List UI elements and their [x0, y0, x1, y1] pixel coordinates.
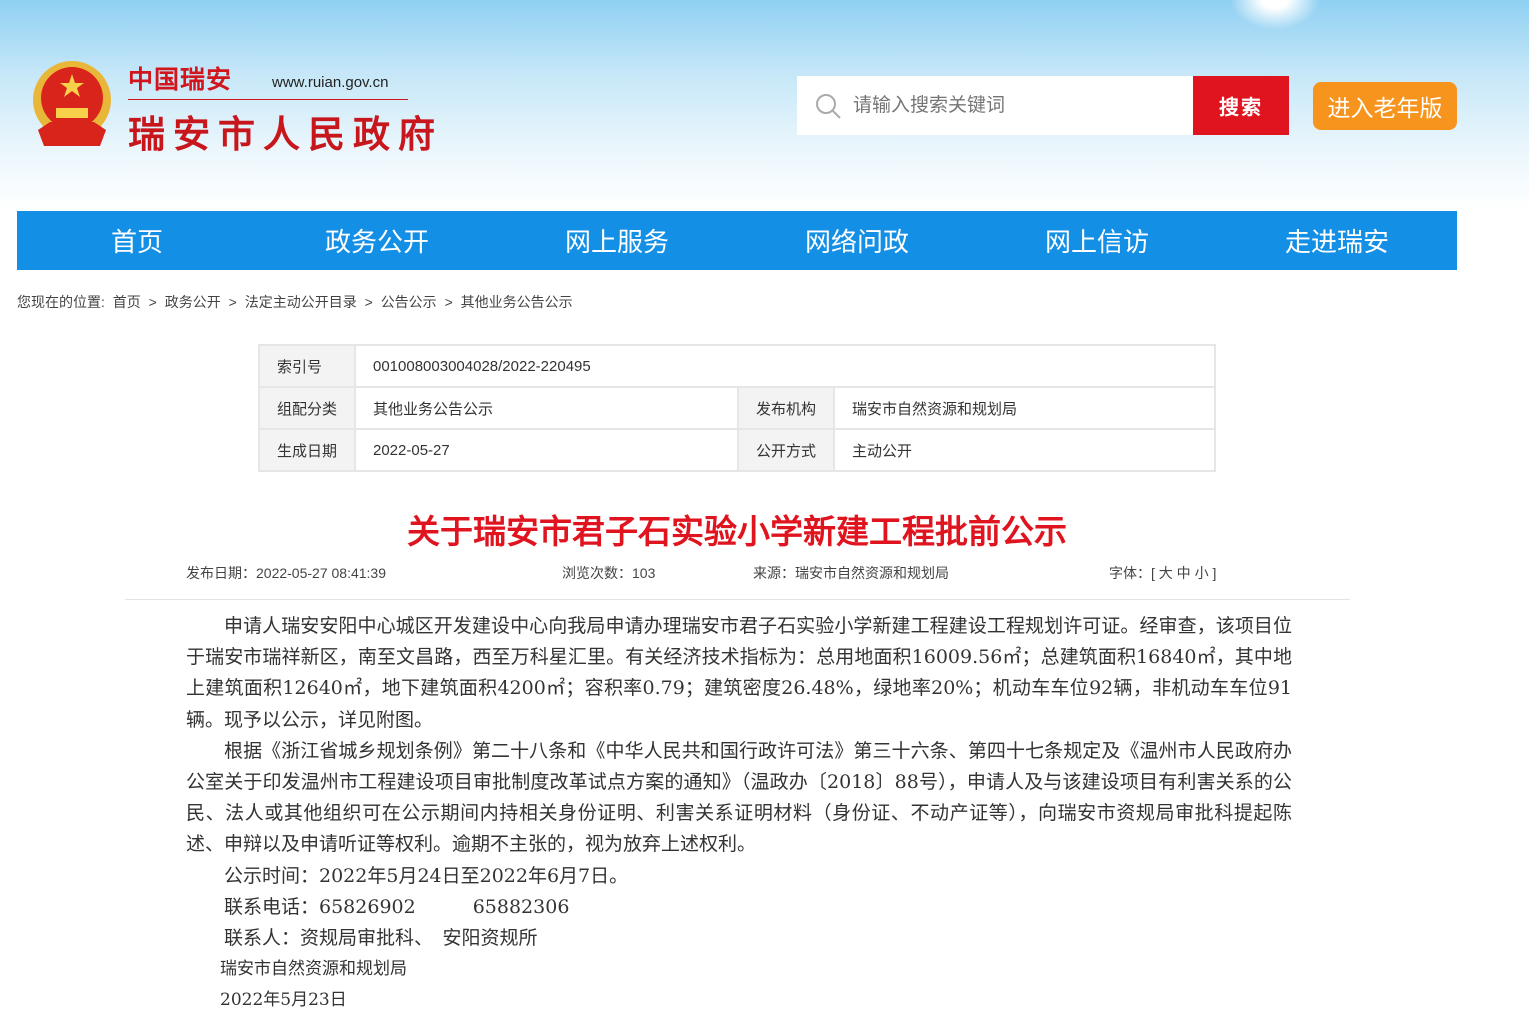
breadcrumb-catalog[interactable]: 法定主动公开目录	[245, 294, 357, 310]
breadcrumb-separator: >	[364, 294, 373, 310]
search-button[interactable]: 搜索	[1193, 76, 1289, 135]
signature-date: 2022年5月23日	[220, 990, 347, 1011]
font-large-button[interactable]: 大	[1159, 565, 1173, 581]
category-label: 组配分类	[258, 386, 356, 430]
mode-label: 公开方式	[737, 428, 835, 472]
logo-divider	[128, 99, 408, 100]
nav-online-services[interactable]: 网上服务	[497, 211, 737, 270]
paragraph: 公示时间：2022年5月24日至2022年6月7日。	[224, 864, 629, 887]
breadcrumb-separator: >	[444, 294, 453, 310]
index-label: 索引号	[258, 344, 356, 388]
breadcrumb-home[interactable]: 首页	[113, 294, 141, 310]
breadcrumb-notices[interactable]: 公告公示	[381, 294, 437, 310]
nav-online-petition[interactable]: 网上信访	[977, 211, 1217, 270]
nav-government-affairs[interactable]: 政务公开	[257, 211, 497, 270]
publish-date: 发布日期：2022-05-27 08:41:39	[186, 565, 386, 581]
font-label: 字体：[	[1109, 565, 1155, 581]
article-title: 关于瑞安市君子石实验小学新建工程批前公示	[407, 513, 1067, 550]
logo-text-cn: 中国瑞安	[128, 66, 233, 94]
breadcrumb-separator: >	[228, 294, 237, 310]
date-label: 生成日期	[258, 428, 356, 472]
nav-about-ruian[interactable]: 走进瑞安	[1217, 211, 1457, 270]
main-nav: 首页 政务公开 网上服务 网络问政 网上信访 走进瑞安	[17, 211, 1457, 270]
font-medium-button[interactable]: 中	[1177, 565, 1191, 581]
logo-title: 瑞安市人民政府	[128, 112, 443, 156]
search-icon	[816, 93, 841, 119]
font-size-controls: 字体：[ 大 中 小 ]	[1109, 563, 1216, 583]
paragraph: 联系人：资规局审批科、 安阳资规所	[224, 927, 538, 950]
mode-value: 主动公开	[833, 428, 1216, 472]
breadcrumb-label: 您现在的位置:	[17, 294, 105, 310]
divider	[125, 599, 1350, 600]
date-value: 2022-05-27	[354, 428, 739, 472]
paragraph: 申请人瑞安安阳中心城区开发建设中心向我局申请办理瑞安市君子石实验小学新建工程建设…	[186, 615, 1292, 731]
document-meta-table: 索引号 001008003004028/2022-220495 组配分类 其他业务公…	[258, 344, 1216, 472]
category-value: 其他业务公告公示	[354, 386, 739, 430]
publisher-value: 瑞安市自然资源和规划局	[833, 386, 1216, 430]
nav-home[interactable]: 首页	[17, 211, 257, 270]
national-emblem-icon	[33, 61, 111, 146]
source: 来源：瑞安市自然资源和规划局	[753, 565, 949, 581]
search-box	[797, 76, 1193, 135]
signature-org: 瑞安市自然资源和规划局	[220, 959, 407, 980]
index-value: 001008003004028/2022-220495	[354, 344, 1216, 388]
publisher-label: 发布机构	[737, 386, 835, 430]
elder-version-button[interactable]: 进入老年版	[1313, 82, 1457, 130]
breadcrumb: 您现在的位置: 首页 > 政务公开 > 法定主动公开目录 > 公告公示 > 其他…	[17, 292, 577, 312]
article-body: 申请人瑞安安阳中心城区开发建设中心向我局申请办理瑞安市君子石实验小学新建工程建设…	[186, 611, 1292, 1017]
breadcrumb-separator: >	[148, 294, 157, 310]
view-count: 浏览次数：103	[562, 565, 656, 581]
paragraph: 根据《浙江省城乡规划条例》第二十八条和《中华人民共和国行政许可法》第三十六条、第…	[186, 739, 1292, 856]
nav-online-inquiry[interactable]: 网络问政	[737, 211, 977, 270]
sun-decoration	[1230, 0, 1320, 30]
breadcrumb-other-notices[interactable]: 其他业务公告公示	[461, 294, 573, 310]
font-end: ]	[1212, 565, 1217, 581]
font-small-button[interactable]: 小	[1195, 565, 1209, 581]
paragraph: 联系电话：65826902 65882306	[224, 895, 570, 918]
breadcrumb-gov-affairs[interactable]: 政务公开	[165, 294, 221, 310]
header: 中国瑞安 www.ruian.gov.cn 瑞安市人民政府 搜索 进入老年版	[0, 0, 1529, 211]
logo-url: www.ruian.gov.cn	[272, 74, 389, 91]
search-input[interactable]	[853, 94, 1173, 117]
